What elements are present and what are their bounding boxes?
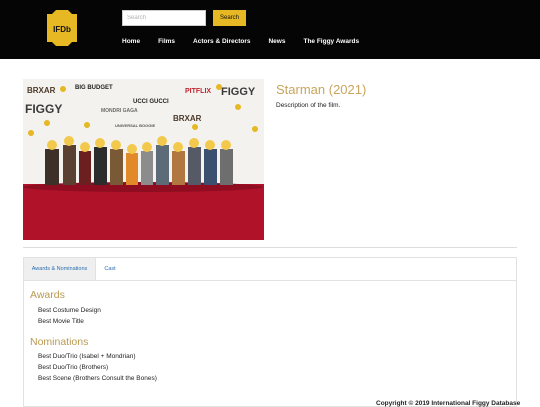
award-item: Best Costume Design (38, 307, 101, 314)
backdrop-text: UCCI GUCCI (133, 99, 169, 105)
tab-cast[interactable]: Cast (95, 258, 125, 280)
awards-panel: Awards & Nominations Cast Awards Best Co… (23, 257, 517, 407)
backdrop-text: FIGGY (221, 86, 256, 98)
nomination-item: Best Scene (Brothers Consult the Bones) (38, 375, 157, 382)
nav-films[interactable]: Films (158, 38, 175, 45)
awards-heading: Awards (30, 289, 65, 301)
main-nav: Home Films Actors & Directors News The F… (122, 38, 377, 45)
ifdb-logo[interactable]: IFDb (46, 9, 78, 47)
backdrop-text: UNIVERSAL BOOGIE (115, 123, 155, 128)
nav-figgy-awards[interactable]: The Figgy Awards (303, 38, 359, 45)
film-title: Starman (2021) (276, 82, 367, 97)
tab-awards-nominations[interactable]: Awards & Nominations (24, 258, 96, 280)
backdrop-text: BRXAR (27, 86, 56, 95)
backdrop-text: BIG BUDGET (75, 85, 113, 91)
nav-actors-directors[interactable]: Actors & Directors (193, 38, 250, 45)
site-header: IFDb Search Home Films Actors & Director… (0, 0, 540, 59)
nomination-item: Best Duo/Trio (Isabel + Mondrian) (38, 353, 136, 360)
search-input[interactable] (122, 10, 206, 26)
nominations-heading: Nominations (30, 336, 89, 348)
tab-bar: Awards & Nominations Cast (24, 258, 516, 281)
award-item: Best Movie Title (38, 318, 84, 325)
film-description: Description of the film. (276, 102, 341, 109)
backdrop-text: PITFLIX (185, 88, 211, 95)
backdrop-text: MONDRI GAGA (101, 108, 138, 114)
film-poster: BRXAR BIG BUDGET FIGGY UCCI GUCCI PITFLI… (23, 79, 264, 240)
divider (23, 247, 517, 248)
nav-news[interactable]: News (268, 38, 285, 45)
nomination-item: Best Duo/Trio (Brothers) (38, 364, 109, 371)
search-button[interactable]: Search (213, 10, 246, 26)
backdrop-text: FIGGY (25, 102, 62, 116)
backdrop-text: BRXAR (173, 114, 202, 123)
logo-text: IFDb (53, 25, 71, 34)
nav-home[interactable]: Home (122, 38, 140, 45)
footer-copyright: Copyright © 2019 International Figgy Dat… (376, 400, 521, 407)
